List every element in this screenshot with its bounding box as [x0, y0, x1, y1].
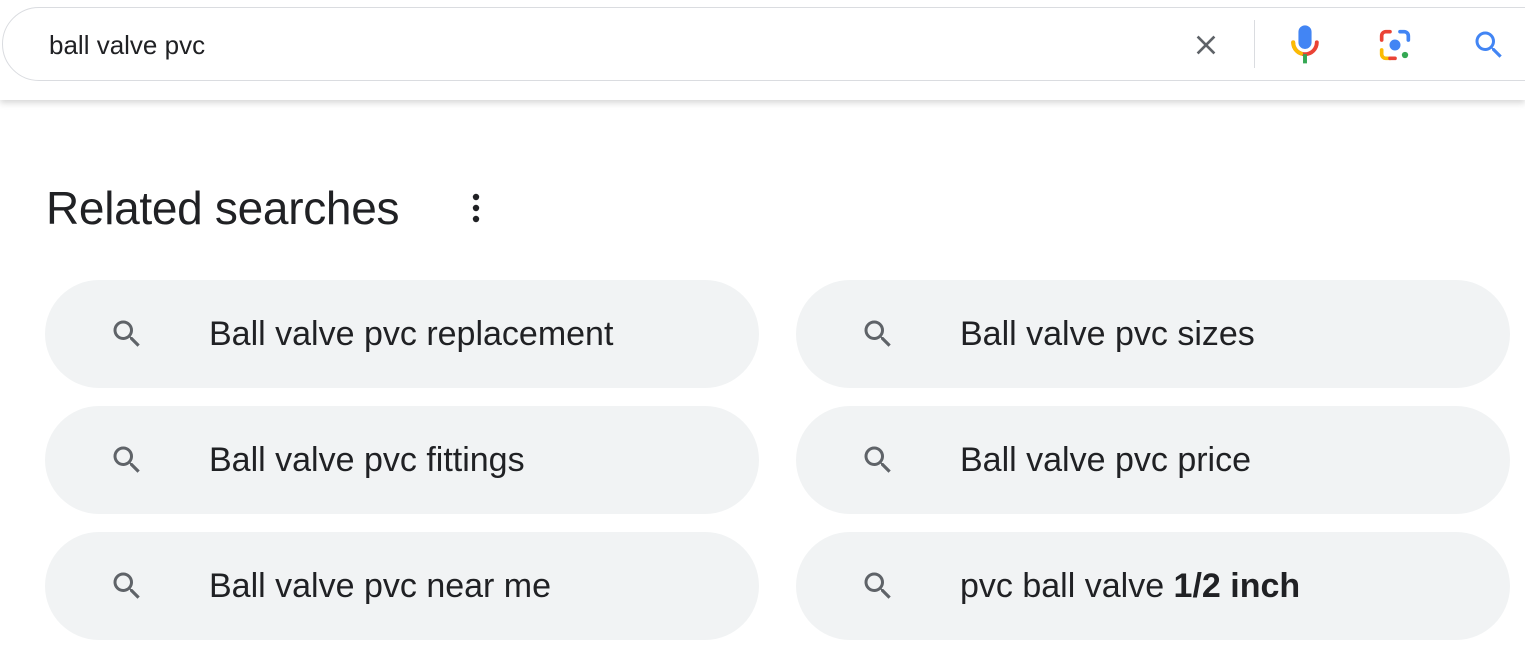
search-icon [864, 572, 891, 599]
lens-camera-icon [1379, 29, 1411, 61]
search-header: ball valve pvc [0, 0, 1525, 100]
search-submit-button[interactable] [1466, 20, 1512, 70]
related-search-label: Ball valve pvc fittings [209, 441, 525, 479]
search-icon [113, 446, 140, 473]
search-input[interactable]: ball valve pvc [49, 27, 205, 63]
related-search-label: Ball valve pvc price [960, 441, 1252, 479]
related-searches-more-button[interactable] [460, 188, 492, 228]
related-search-chip[interactable]: Ball valve pvc sizes [796, 280, 1510, 388]
search-icon [864, 446, 891, 473]
related-search-chip[interactable]: Ball valve pvc replacement [45, 280, 759, 388]
search-icon [113, 320, 140, 347]
voice-search-button[interactable] [1282, 20, 1328, 70]
lens-search-button[interactable] [1372, 20, 1418, 70]
clear-search-button[interactable] [1183, 22, 1229, 68]
search-icon [864, 320, 891, 347]
toolbar-divider [1254, 20, 1255, 68]
microphone-icon [1291, 25, 1319, 64]
related-search-chip[interactable]: pvc ball valve 1/2 inch [796, 532, 1510, 640]
related-search-chip[interactable]: Ball valve pvc fittings [45, 406, 759, 514]
related-search-label: Ball valve pvc replacement [209, 315, 614, 353]
related-search-chip[interactable]: Ball valve pvc price [796, 406, 1510, 514]
related-search-label: Ball valve pvc sizes [960, 315, 1255, 353]
close-icon [1196, 35, 1216, 55]
more-vert-icon [472, 193, 480, 223]
search-icon [113, 572, 140, 599]
related-search-chip[interactable]: Ball valve pvc near me [45, 532, 759, 640]
related-search-label: Ball valve pvc near me [209, 567, 552, 605]
search-icon [1475, 31, 1502, 58]
related-search-label: pvc ball valve 1/2 inch [960, 567, 1301, 605]
related-searches-title: Related searches [46, 182, 400, 234]
